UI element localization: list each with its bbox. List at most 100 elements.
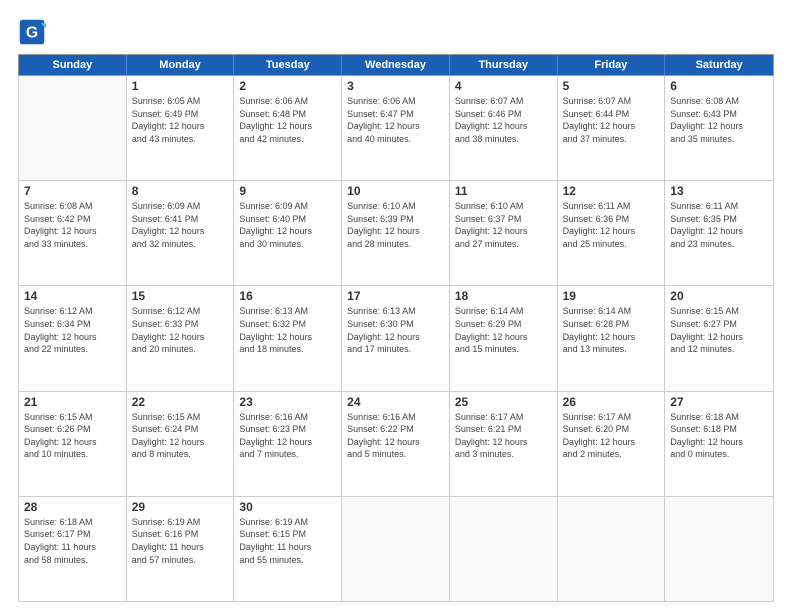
day-number: 2 xyxy=(239,79,336,93)
day-number: 23 xyxy=(239,395,336,409)
cal-cell: 25Sunrise: 6:17 AMSunset: 6:21 PMDayligh… xyxy=(450,392,558,496)
header: G xyxy=(18,18,774,46)
day-info: Sunrise: 6:06 AMSunset: 6:47 PMDaylight:… xyxy=(347,95,444,145)
cal-cell: 30Sunrise: 6:19 AMSunset: 6:15 PMDayligh… xyxy=(234,497,342,601)
day-header-friday: Friday xyxy=(558,55,666,75)
cal-cell xyxy=(19,76,127,180)
cal-cell: 2 Sunrise: 6:06 AMSunset: 6:48 PMDaylight… xyxy=(234,76,342,180)
cal-cell xyxy=(450,497,558,601)
cal-cell: 24 Sunrise: 6:16 AMSunset: 6:22 PMDayligh… xyxy=(342,392,450,496)
day-info: Sunrise: 6:09 AMSunset: 6:41 PMDaylight:… xyxy=(132,200,229,250)
day-number: 10 xyxy=(347,184,444,198)
day-info: Sunrise: 6:06 AMSunset: 6:48 PMDaylight:… xyxy=(239,95,336,145)
day-info: Sunrise: 6:16 AMSunset: 6:22 PMDaylight:… xyxy=(347,411,444,461)
day-number: 18 xyxy=(455,289,552,303)
cal-cell: 28 Sunrise: 6:18 AMSunset: 6:17 PMDayligh… xyxy=(19,497,127,601)
cal-cell: 19 Sunrise: 6:14 AMSunset: 6:28 PMDayligh… xyxy=(558,286,666,390)
week-row-5: 28 Sunrise: 6:18 AMSunset: 6:17 PMDayligh… xyxy=(19,497,773,601)
day-number: 12 xyxy=(563,184,660,198)
page: G SundayMondayTuesdayWednesdayThursdayFr… xyxy=(0,0,792,612)
day-info: Sunrise: 6:14 AMSunset: 6:28 PMDaylight:… xyxy=(563,305,660,355)
day-info: Sunrise: 6:17 AMSunset: 6:21 PMDaylight:… xyxy=(455,411,552,461)
cal-cell: 17 Sunrise: 6:13 AMSunset: 6:30 PMDayligh… xyxy=(342,286,450,390)
day-info: Sunrise: 6:11 AMSunset: 6:35 PMDaylight:… xyxy=(670,200,768,250)
week-row-3: 14 Sunrise: 6:12 AMSunset: 6:34 PMDayligh… xyxy=(19,286,773,391)
day-number: 9 xyxy=(239,184,336,198)
day-number: 7 xyxy=(24,184,121,198)
day-info: Sunrise: 6:16 AMSunset: 6:23 PMDaylight:… xyxy=(239,411,336,461)
week-row-2: 7 Sunrise: 6:08 AMSunset: 6:42 PMDaylight… xyxy=(19,181,773,286)
cal-cell: 18 Sunrise: 6:14 AMSunset: 6:29 PMDayligh… xyxy=(450,286,558,390)
day-number: 3 xyxy=(347,79,444,93)
cal-cell: 22Sunrise: 6:15 AMSunset: 6:24 PMDayligh… xyxy=(127,392,235,496)
day-number: 11 xyxy=(455,184,552,198)
logo-icon: G xyxy=(18,18,46,46)
logo: G xyxy=(18,18,50,46)
cal-cell: 9Sunrise: 6:09 AMSunset: 6:40 PMDaylight… xyxy=(234,181,342,285)
cal-cell xyxy=(342,497,450,601)
day-info: Sunrise: 6:17 AMSunset: 6:20 PMDaylight:… xyxy=(563,411,660,461)
cal-cell xyxy=(665,497,773,601)
cal-cell: 29 Sunrise: 6:19 AMSunset: 6:16 PMDayligh… xyxy=(127,497,235,601)
day-number: 29 xyxy=(132,500,229,514)
day-number: 30 xyxy=(239,500,336,514)
cal-cell: 14 Sunrise: 6:12 AMSunset: 6:34 PMDayligh… xyxy=(19,286,127,390)
day-number: 15 xyxy=(132,289,229,303)
day-header-tuesday: Tuesday xyxy=(234,55,342,75)
day-number: 1 xyxy=(132,79,229,93)
cal-cell: 5 Sunrise: 6:07 AMSunset: 6:44 PMDaylight… xyxy=(558,76,666,180)
cal-cell: 20Sunrise: 6:15 AMSunset: 6:27 PMDayligh… xyxy=(665,286,773,390)
day-info: Sunrise: 6:12 AMSunset: 6:34 PMDaylight:… xyxy=(24,305,121,355)
cal-cell: 12 Sunrise: 6:11 AMSunset: 6:36 PMDayligh… xyxy=(558,181,666,285)
calendar-header: SundayMondayTuesdayWednesdayThursdayFrid… xyxy=(18,54,774,76)
day-info: Sunrise: 6:12 AMSunset: 6:33 PMDaylight:… xyxy=(132,305,229,355)
day-header-thursday: Thursday xyxy=(450,55,558,75)
day-info: Sunrise: 6:13 AMSunset: 6:30 PMDaylight:… xyxy=(347,305,444,355)
day-header-saturday: Saturday xyxy=(665,55,773,75)
day-info: Sunrise: 6:05 AMSunset: 6:49 PMDaylight:… xyxy=(132,95,229,145)
week-row-1: 1 Sunrise: 6:05 AMSunset: 6:49 PMDaylight… xyxy=(19,76,773,181)
day-number: 4 xyxy=(455,79,552,93)
day-number: 19 xyxy=(563,289,660,303)
cal-cell: 15 Sunrise: 6:12 AMSunset: 6:33 PMDayligh… xyxy=(127,286,235,390)
cal-cell: 23 Sunrise: 6:16 AMSunset: 6:23 PMDayligh… xyxy=(234,392,342,496)
day-header-monday: Monday xyxy=(127,55,235,75)
calendar-body: 1 Sunrise: 6:05 AMSunset: 6:49 PMDaylight… xyxy=(18,76,774,602)
cal-cell: 11Sunrise: 6:10 AMSunset: 6:37 PMDayligh… xyxy=(450,181,558,285)
day-number: 8 xyxy=(132,184,229,198)
cal-cell: 10 Sunrise: 6:10 AMSunset: 6:39 PMDayligh… xyxy=(342,181,450,285)
day-number: 28 xyxy=(24,500,121,514)
cal-cell: 4 Sunrise: 6:07 AMSunset: 6:46 PMDaylight… xyxy=(450,76,558,180)
day-info: Sunrise: 6:08 AMSunset: 6:42 PMDaylight:… xyxy=(24,200,121,250)
day-number: 24 xyxy=(347,395,444,409)
week-row-4: 21 Sunrise: 6:15 AMSunset: 6:26 PMDayligh… xyxy=(19,392,773,497)
day-info: Sunrise: 6:14 AMSunset: 6:29 PMDaylight:… xyxy=(455,305,552,355)
day-info: Sunrise: 6:13 AMSunset: 6:32 PMDaylight:… xyxy=(239,305,336,355)
cal-cell: 8 Sunrise: 6:09 AMSunset: 6:41 PMDaylight… xyxy=(127,181,235,285)
day-info: Sunrise: 6:15 AMSunset: 6:27 PMDaylight:… xyxy=(670,305,768,355)
day-header-sunday: Sunday xyxy=(19,55,127,75)
day-number: 14 xyxy=(24,289,121,303)
day-number: 17 xyxy=(347,289,444,303)
day-number: 5 xyxy=(563,79,660,93)
cal-cell: 1 Sunrise: 6:05 AMSunset: 6:49 PMDaylight… xyxy=(127,76,235,180)
day-info: Sunrise: 6:15 AMSunset: 6:26 PMDaylight:… xyxy=(24,411,121,461)
day-info: Sunrise: 6:07 AMSunset: 6:46 PMDaylight:… xyxy=(455,95,552,145)
day-number: 21 xyxy=(24,395,121,409)
day-info: Sunrise: 6:19 AMSunset: 6:16 PMDaylight:… xyxy=(132,516,229,566)
day-info: Sunrise: 6:11 AMSunset: 6:36 PMDaylight:… xyxy=(563,200,660,250)
day-info: Sunrise: 6:07 AMSunset: 6:44 PMDaylight:… xyxy=(563,95,660,145)
calendar: SundayMondayTuesdayWednesdayThursdayFrid… xyxy=(18,54,774,602)
day-info: Sunrise: 6:18 AMSunset: 6:17 PMDaylight:… xyxy=(24,516,121,566)
cal-cell: 26 Sunrise: 6:17 AMSunset: 6:20 PMDayligh… xyxy=(558,392,666,496)
svg-text:G: G xyxy=(26,24,38,41)
cal-cell: 13Sunrise: 6:11 AMSunset: 6:35 PMDayligh… xyxy=(665,181,773,285)
day-info: Sunrise: 6:10 AMSunset: 6:39 PMDaylight:… xyxy=(347,200,444,250)
day-number: 27 xyxy=(670,395,768,409)
day-number: 6 xyxy=(670,79,768,93)
day-number: 26 xyxy=(563,395,660,409)
cal-cell: 27 Sunrise: 6:18 AMSunset: 6:18 PMDayligh… xyxy=(665,392,773,496)
day-info: Sunrise: 6:18 AMSunset: 6:18 PMDaylight:… xyxy=(670,411,768,461)
day-number: 16 xyxy=(239,289,336,303)
day-header-wednesday: Wednesday xyxy=(342,55,450,75)
